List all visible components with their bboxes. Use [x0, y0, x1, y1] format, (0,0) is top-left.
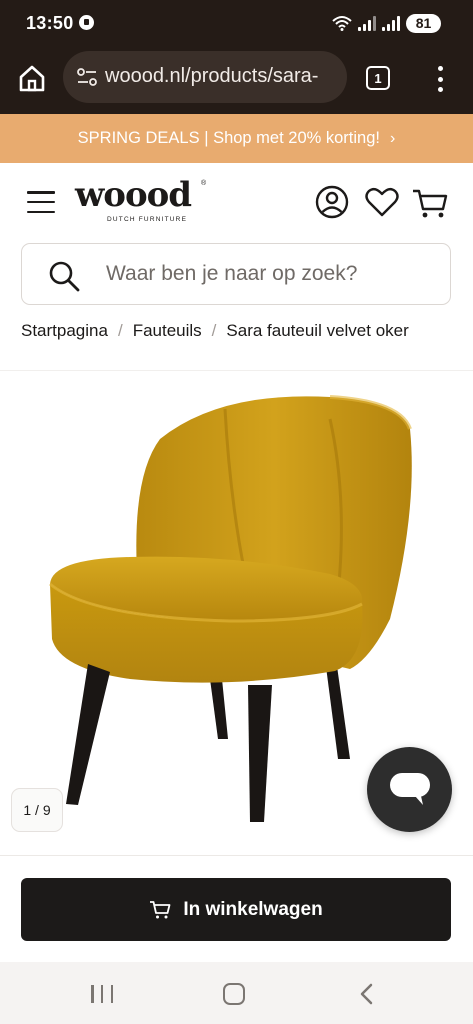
status-time: 13:50: [26, 13, 74, 33]
status-indicators: 81: [332, 12, 441, 34]
logo-subtitle: DUTCH FURNITURE: [107, 216, 188, 223]
back-icon[interactable]: [358, 983, 374, 1005]
soccer-ball-icon: [79, 15, 94, 30]
breadcrumb-item-current: Sara fauteuil velvet oker: [226, 321, 409, 340]
wifi-icon: [332, 16, 352, 31]
breadcrumb-fade: [411, 320, 451, 342]
image-counter: 1 / 9: [11, 788, 63, 832]
hamburger-menu-icon[interactable]: [27, 191, 55, 213]
add-to-cart-button[interactable]: In winkelwagen: [21, 878, 451, 941]
heart-icon[interactable]: [363, 183, 401, 221]
site-header: woood ® DUTCH FURNITURE: [0, 163, 473, 243]
url-bar[interactable]: woood.nl/products/sara-: [63, 51, 347, 103]
cart-icon: [150, 900, 171, 918]
logo-registered: ®: [201, 180, 207, 187]
logo[interactable]: woood ® DUTCH FURNITURE: [75, 178, 209, 228]
account-icon[interactable]: [313, 183, 351, 221]
breadcrumb-item-home[interactable]: Startpagina: [21, 321, 108, 341]
home-icon[interactable]: [17, 63, 47, 93]
browser-toolbar: woood.nl/products/sara- 1: [0, 46, 473, 114]
recent-apps-icon[interactable]: [91, 985, 113, 1003]
chevron-right-icon: ›: [390, 129, 396, 147]
status-bar: 13:50 81: [0, 0, 473, 46]
logo-wordmark: woood: [75, 175, 192, 215]
breadcrumb: Startpagina / Fauteuils / Sara fauteuil …: [21, 320, 451, 342]
product-image-chair[interactable]: [30, 389, 430, 829]
nav-home-icon[interactable]: [223, 983, 245, 1005]
product-gallery[interactable]: 1 / 9: [0, 370, 473, 855]
breadcrumb-separator: /: [211, 321, 217, 340]
breadcrumb-separator: /: [117, 321, 123, 340]
system-nav-bar: [0, 962, 473, 1024]
promo-text: SPRING DEALS | Shop met 20% korting!: [77, 129, 380, 147]
search-icon: [49, 261, 80, 292]
url-text: woood.nl/products/sara-: [105, 65, 319, 87]
promo-banner[interactable]: SPRING DEALS | Shop met 20% korting! ›: [0, 114, 473, 163]
breadcrumb-item-category[interactable]: Fauteuils: [133, 321, 202, 341]
signal-icon: [382, 15, 400, 31]
chat-bubble-icon: [390, 773, 430, 805]
search-input[interactable]: [106, 258, 436, 290]
chat-button[interactable]: [367, 747, 452, 832]
add-to-cart-bar: In winkelwagen: [0, 855, 473, 962]
cart-icon[interactable]: [411, 183, 449, 221]
browser-menu-icon[interactable]: [432, 66, 448, 92]
site-settings-icon[interactable]: [77, 68, 97, 86]
tab-switcher-button[interactable]: 1: [366, 66, 390, 90]
battery-indicator: 81: [406, 13, 441, 33]
signal-icon: [358, 15, 376, 31]
search-box[interactable]: [21, 243, 451, 305]
add-to-cart-label: In winkelwagen: [183, 898, 323, 920]
